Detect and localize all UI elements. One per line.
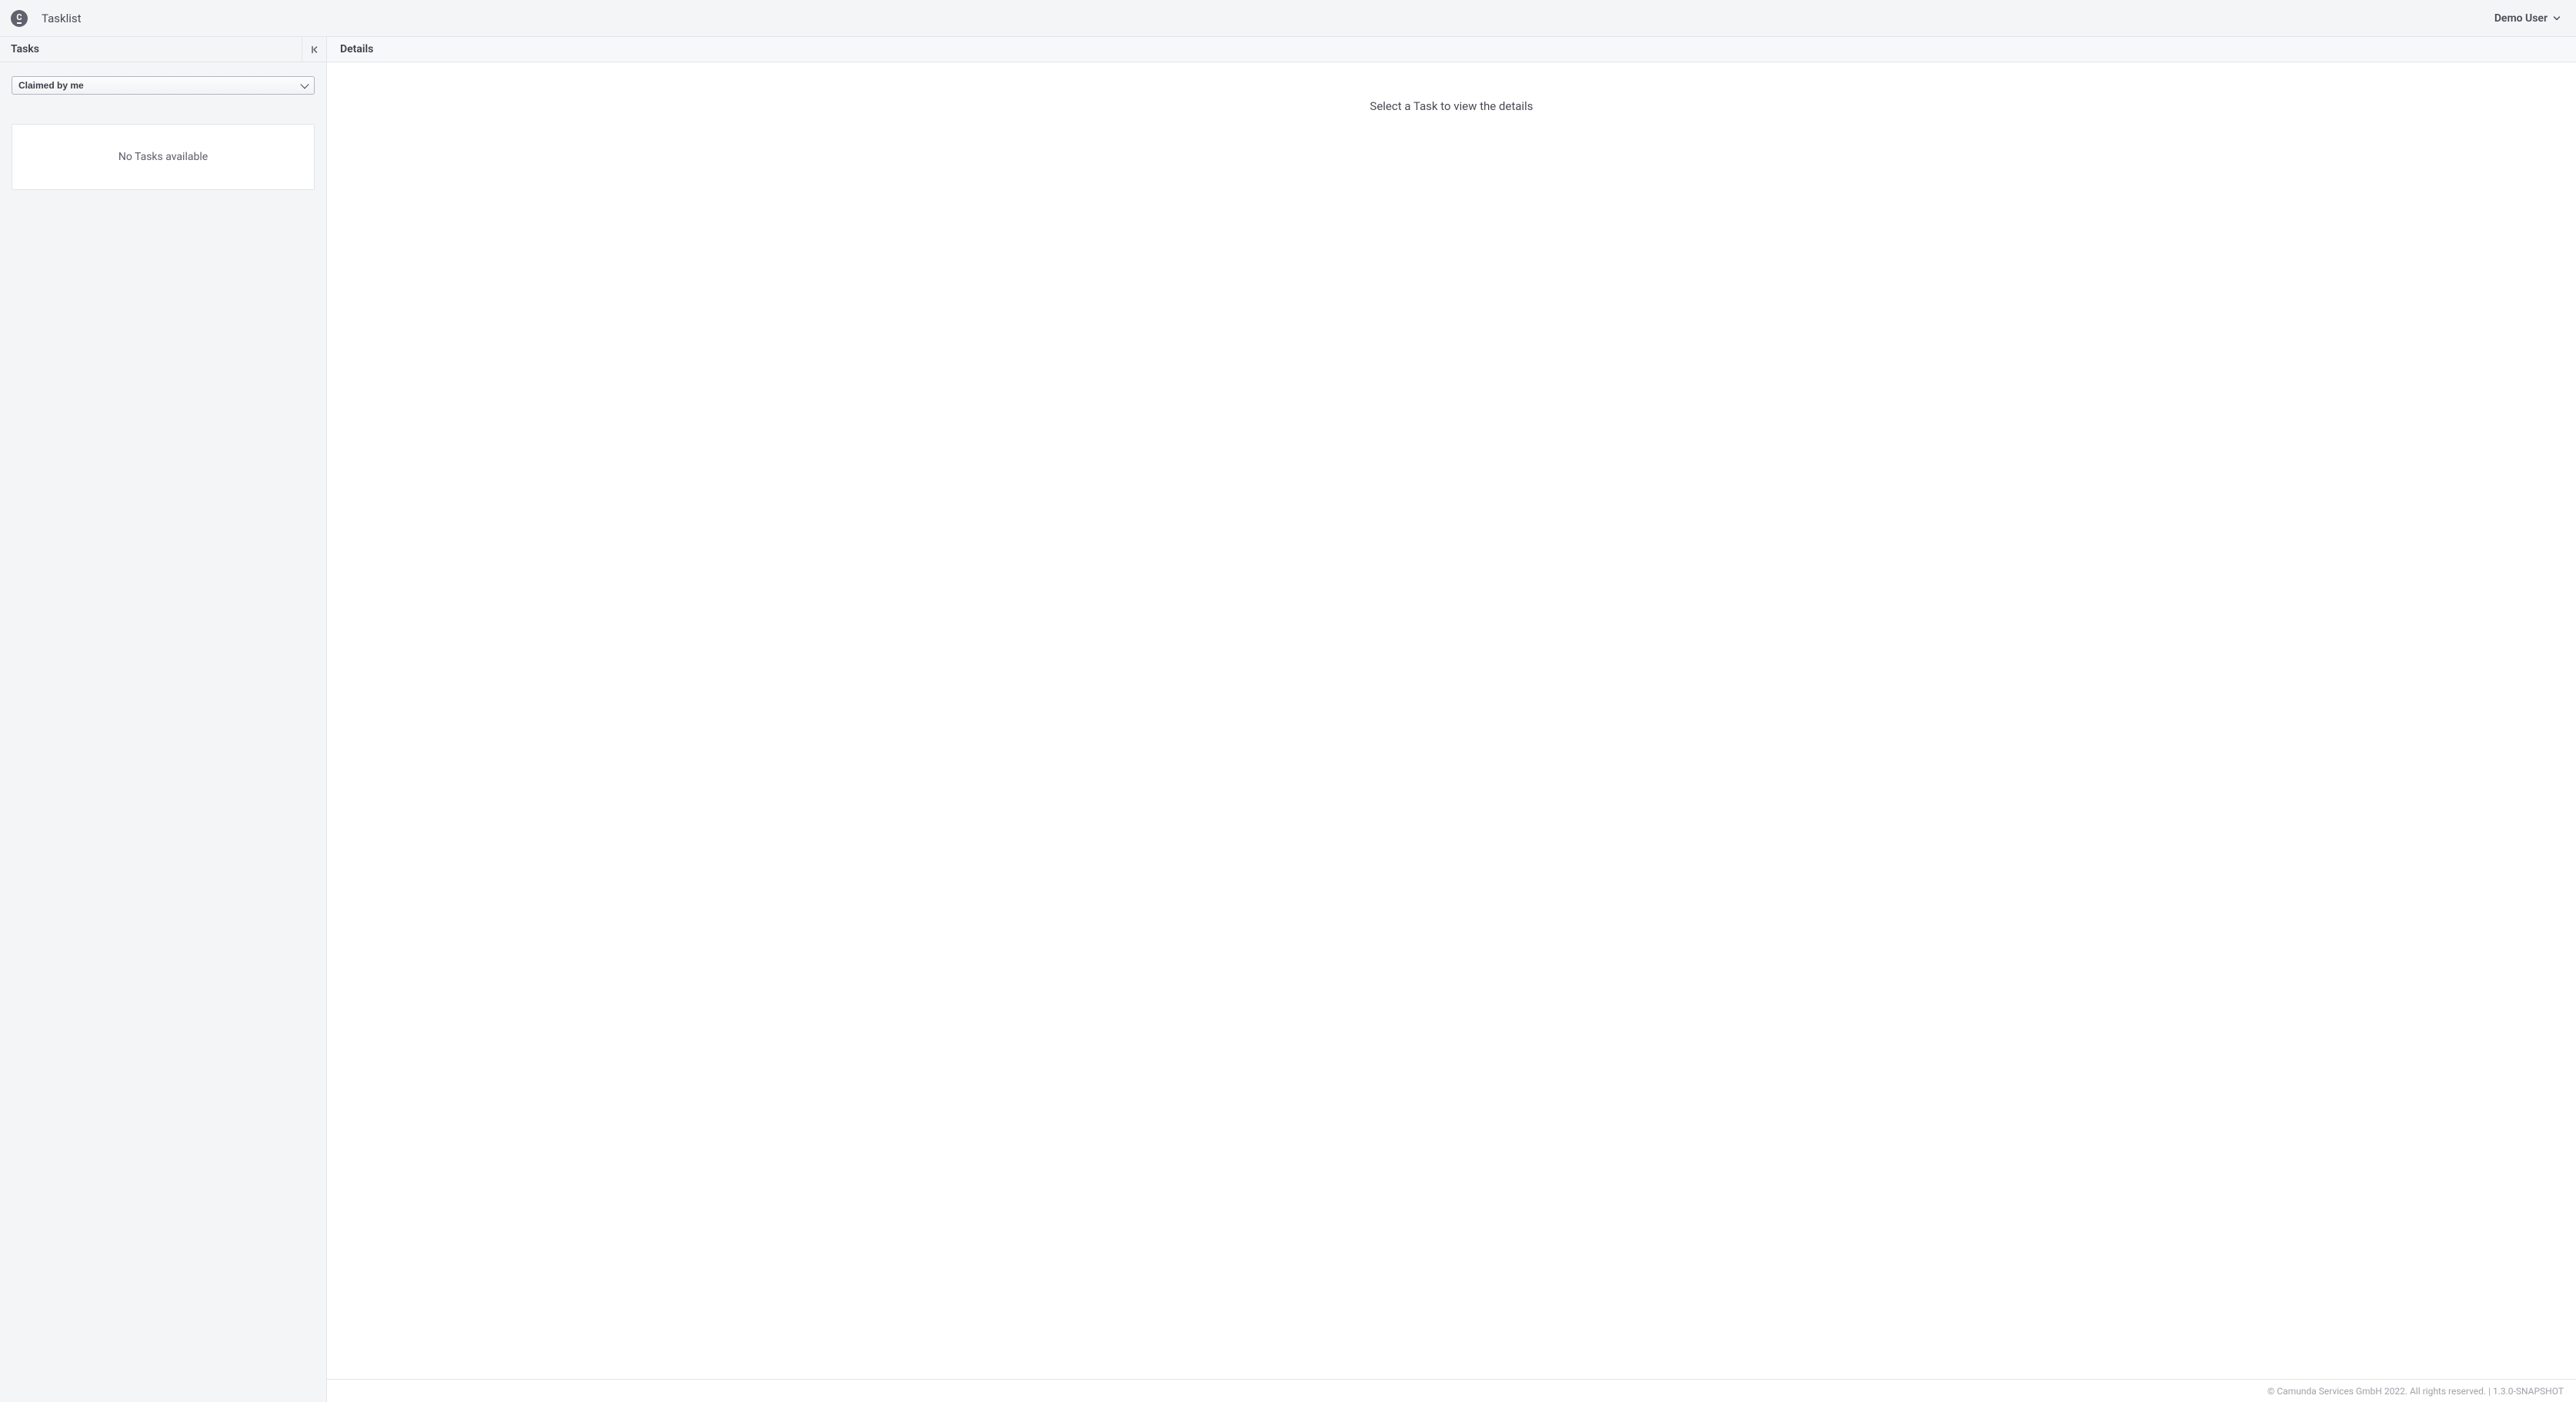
user-name-label: Demo User [2494, 12, 2548, 25]
tasks-panel-header: Tasks [0, 37, 326, 62]
collapse-left-icon [309, 45, 319, 55]
body-row: Tasks Claimed by me No Tasks available [0, 37, 2576, 1402]
tasks-panel-title: Tasks [11, 43, 39, 55]
tasks-empty-message: No Tasks available [118, 151, 208, 163]
sidebar-body: Claimed by me No Tasks available [0, 62, 326, 204]
app-header: C Tasklist Demo User [0, 0, 2576, 37]
app-title: Tasklist [42, 12, 82, 25]
tasks-empty-card: No Tasks available [12, 124, 315, 190]
collapse-sidebar-button[interactable] [302, 37, 326, 62]
details-panel-title: Details [340, 43, 373, 55]
logo-letter: C [16, 12, 22, 22]
tasks-sidebar: Tasks Claimed by me No Tasks available [0, 37, 327, 1402]
details-panel-header: Details [327, 37, 2576, 62]
details-panel: Details Select a Task to view the detail… [327, 37, 2576, 1402]
chevron-down-icon [2553, 15, 2561, 22]
user-menu-button[interactable]: Demo User [2493, 9, 2562, 28]
filter-select-wrap: Claimed by me [12, 76, 315, 95]
header-left: C Tasklist [11, 10, 82, 27]
footer-text: © Camunda Services GmbH 2022. All rights… [2267, 1386, 2564, 1397]
task-filter-select[interactable]: Claimed by me [12, 76, 315, 95]
footer: © Camunda Services GmbH 2022. All rights… [327, 1379, 2576, 1402]
details-body: Select a Task to view the details [327, 62, 2576, 1379]
details-placeholder-text: Select a Task to view the details [1370, 99, 1533, 113]
app-logo-icon[interactable]: C [11, 10, 28, 27]
